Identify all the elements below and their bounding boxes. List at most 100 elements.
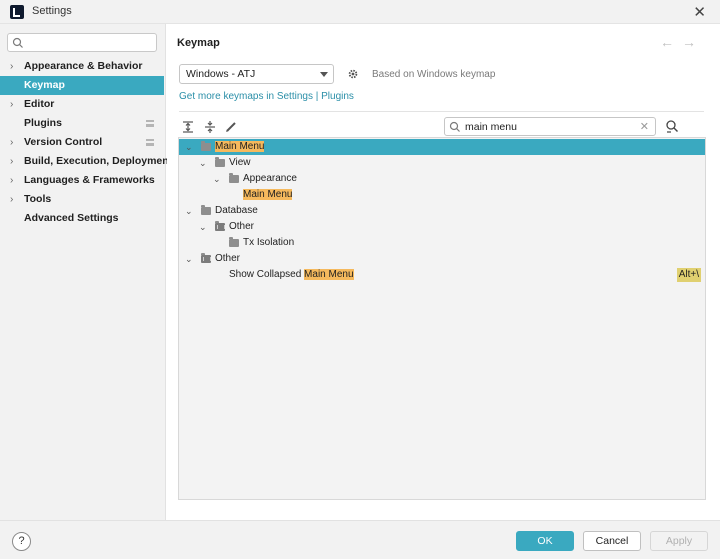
forward-arrow-icon[interactable]: → [682, 34, 704, 50]
sidebar-item-label: Keymap [24, 79, 65, 91]
plugins-link[interactable]: Plugins [321, 91, 354, 102]
sidebar-item-label: Plugins [24, 117, 62, 129]
tree-row[interactable]: Tx Isolation [179, 235, 705, 251]
chevron-right-icon: › [10, 99, 14, 110]
sidebar-item[interactable]: Plugins [0, 114, 164, 133]
keymap-search-field[interactable]: ✕ [444, 117, 656, 136]
action-group-icon [201, 253, 211, 263]
search-match-highlight: Main Menu [215, 141, 265, 152]
sidebar-item[interactable]: › Editor [0, 95, 164, 114]
tree-row-label: Database [215, 203, 258, 219]
tree-row-label: Main Menu [215, 139, 265, 155]
collapse-all-icon[interactable] [203, 120, 217, 134]
intellij-app-icon [10, 5, 24, 19]
close-window-button[interactable]: ✕ [693, 3, 706, 21]
search-icon [449, 121, 460, 132]
sidebar-item[interactable]: › Languages & Frameworks [0, 171, 164, 190]
keymap-dropdown-value: Windows - ATJ [186, 68, 256, 80]
window-title: Settings [32, 5, 72, 17]
back-arrow-icon[interactable]: ← [660, 34, 682, 50]
gear-icon[interactable] [347, 68, 359, 80]
chevron-down-icon[interactable]: ⌄ [185, 203, 193, 219]
history-nav: ←→ [660, 34, 704, 50]
tree-row[interactable]: ⌄ Appearance [179, 171, 705, 187]
chevron-down-icon[interactable]: ⌄ [185, 251, 193, 267]
keymap-dropdown[interactable]: Windows - ATJ [179, 64, 334, 84]
tree-row[interactable]: ⌄ Other [179, 251, 705, 267]
based-on-label: Based on Windows keymap [372, 69, 496, 80]
keymap-search-input[interactable] [465, 119, 635, 134]
folder-icon [229, 173, 239, 183]
apply-button[interactable]: Apply [650, 531, 708, 551]
chevron-right-icon: › [10, 137, 14, 148]
tree-row-text: Appearance [243, 173, 297, 184]
page-title: Keymap [177, 37, 220, 49]
help-button[interactable]: ? [12, 532, 31, 551]
get-more-keymaps-link[interactable]: Get more keymaps in Settings [179, 91, 313, 102]
modified-settings-icon [146, 120, 154, 127]
folder-icon [229, 237, 239, 247]
tree-row[interactable]: ⌄ Main Menu [179, 139, 705, 155]
sidebar-item[interactable]: Advanced Settings [0, 209, 164, 228]
ok-button[interactable]: OK [516, 531, 574, 551]
dialog-footer: ? OK Cancel Apply [0, 520, 720, 559]
chevron-right-icon: › [10, 61, 14, 72]
tree-row-label: Main Menu [243, 187, 293, 203]
sidebar-item-label: Advanced Settings [24, 212, 119, 224]
settings-sidebar: › Appearance & Behavior Keymap › Editor Plugi… [0, 24, 172, 520]
sidebar-item-label: Tools [24, 193, 52, 205]
tree-row-text: Tx Isolation [243, 237, 295, 248]
clear-search-icon[interactable]: ✕ [640, 120, 649, 133]
sidebar-item[interactable]: › Build, Execution, Deployment [0, 152, 172, 171]
divider [179, 111, 704, 112]
tree-row[interactable]: ⌄ Other [179, 219, 705, 235]
chevron-right-icon: › [10, 156, 14, 167]
sidebar-item-label: Languages & Frameworks [24, 174, 155, 186]
keymap-action-tree: ⌄ Main Menu ⌄ View ⌄ Appearance Main Menu ⌄ Data… [178, 137, 706, 500]
cancel-button[interactable]: Cancel [583, 531, 641, 551]
tree-row[interactable]: ⌄ View [179, 155, 705, 171]
tree-row-label: Other [215, 251, 240, 267]
chevron-down-icon[interactable]: ⌄ [213, 171, 221, 187]
chevron-down-icon[interactable]: ⌄ [199, 219, 207, 235]
tree-row-label: Tx Isolation [243, 235, 294, 251]
sidebar-item[interactable]: › Appearance & Behavior [0, 57, 164, 76]
chevron-right-icon: › [10, 175, 14, 186]
search-match-highlight: Main Menu [243, 189, 293, 200]
action-group-icon [215, 221, 225, 231]
chevron-down-icon[interactable]: ⌄ [199, 155, 207, 171]
folder-icon [215, 157, 225, 167]
folder-icon [201, 141, 211, 151]
search-match-highlight: Main Menu [304, 269, 354, 280]
tree-row-text: Other [229, 221, 255, 232]
tree-row-label: Appearance [243, 171, 297, 187]
sidebar-item[interactable]: › Tools [0, 190, 164, 209]
tree-row-label: Other [229, 219, 254, 235]
settings-search-field[interactable] [7, 33, 157, 52]
tree-row-text: Database [215, 205, 258, 216]
tree-row-text: View [229, 157, 251, 168]
settings-search-input[interactable] [28, 35, 153, 50]
more-keymaps-links: Get more keymaps in Settings | Plugins [179, 91, 354, 102]
edit-pencil-icon[interactable] [224, 120, 238, 134]
tree-row[interactable]: Main Menu [179, 187, 705, 203]
find-by-shortcut-icon[interactable] [665, 119, 679, 133]
link-separator: | [312, 91, 322, 102]
sidebar-item-label: Version Control [24, 136, 103, 148]
tree-row[interactable]: Show Collapsed Main Menu Alt+\ [179, 267, 705, 283]
sidebar-item[interactable]: › Version Control [0, 133, 164, 152]
sidebar-item[interactable]: Keymap [0, 76, 164, 95]
title-bar: Settings ✕ [0, 0, 720, 24]
tree-row-label: Show Collapsed Main Menu [229, 267, 354, 283]
expand-all-icon[interactable] [181, 120, 195, 134]
sidebar-item-label: Editor [24, 98, 55, 110]
tree-row-label: View [229, 155, 251, 171]
chevron-right-icon: › [10, 194, 14, 205]
tree-row[interactable]: ⌄ Database [179, 203, 705, 219]
chevron-down-icon[interactable]: ⌄ [185, 139, 193, 155]
modified-settings-icon [146, 139, 154, 146]
tree-row-text: Show Collapsed [229, 269, 305, 280]
sidebar-item-label: Appearance & Behavior [24, 60, 143, 72]
folder-icon [201, 205, 211, 215]
shortcut-badge: Alt+\ [676, 268, 701, 282]
